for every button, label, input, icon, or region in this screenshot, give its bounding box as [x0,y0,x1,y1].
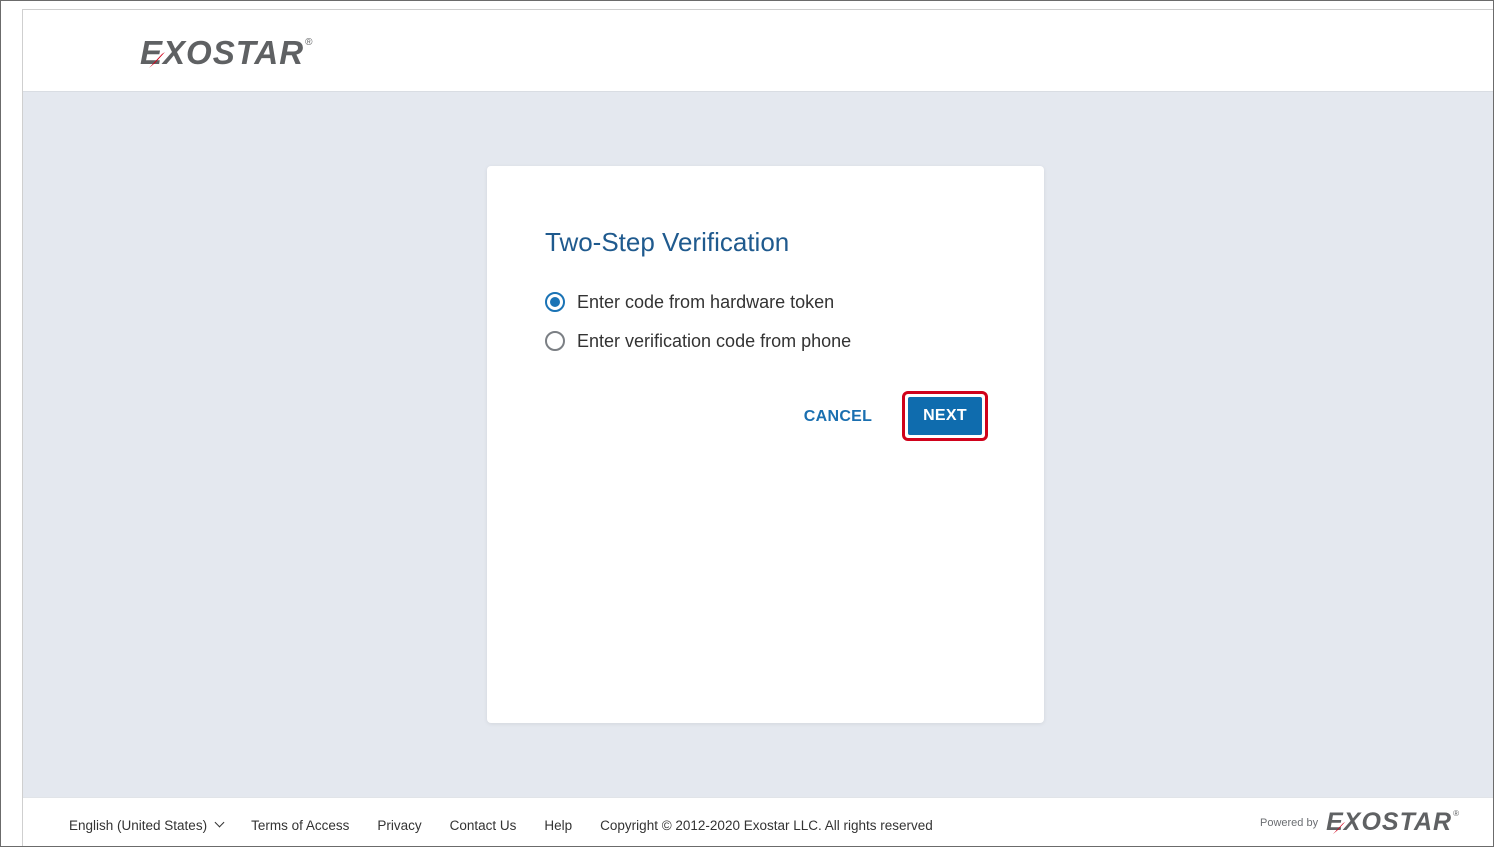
privacy-link[interactable]: Privacy [377,818,421,833]
chevron-down-icon [214,817,225,828]
footer-links: English (United States) Terms of Access … [69,817,933,833]
option-hardware-token[interactable]: Enter code from hardware token [545,290,834,314]
language-label: English (United States) [69,818,208,833]
header: EXOSTAR® [23,10,1493,92]
logo-registered-mark: ® [305,37,314,48]
footer-logo-swoosh-icon [1332,821,1346,835]
footer-logo-registered-mark: ® [1453,809,1460,818]
terms-of-access-link[interactable]: Terms of Access [251,818,349,833]
option-phone-code[interactable]: Enter verification code from phone [545,329,851,353]
option-phone-code-label: Enter verification code from phone [577,330,852,351]
footer-exostar-logo: EXOSTAR® [1326,810,1460,835]
browser-frame: EXOSTAR® Two-Step Verification Enter cod… [0,0,1494,847]
verification-card: Two-Step Verification Enter code from ha… [487,166,1044,723]
cancel-button[interactable]: CANCEL [797,399,879,435]
copyright-text: Copyright © 2012-2020 Exostar LLC. All r… [600,818,933,833]
radio-hardware-token[interactable] [545,292,565,312]
page: EXOSTAR® Two-Step Verification Enter cod… [22,9,1493,846]
next-button[interactable]: NEXT [908,397,982,435]
option-hardware-token-label: Enter code from hardware token [577,291,835,312]
contact-us-link[interactable]: Contact Us [450,818,517,833]
next-button-highlight: NEXT [902,391,988,441]
dialog-title: Two-Step Verification [545,227,790,257]
footer: English (United States) Terms of Access … [23,797,1493,846]
exostar-logo: EXOSTAR® [140,36,313,69]
powered-by-label: Powered by [1260,816,1319,829]
logo-swoosh-icon [149,52,165,68]
powered-by: Powered by EXOSTAR® [1260,810,1460,835]
help-link[interactable]: Help [544,818,572,833]
radio-phone-code[interactable] [545,331,565,351]
language-selector[interactable]: English (United States) [69,817,225,833]
